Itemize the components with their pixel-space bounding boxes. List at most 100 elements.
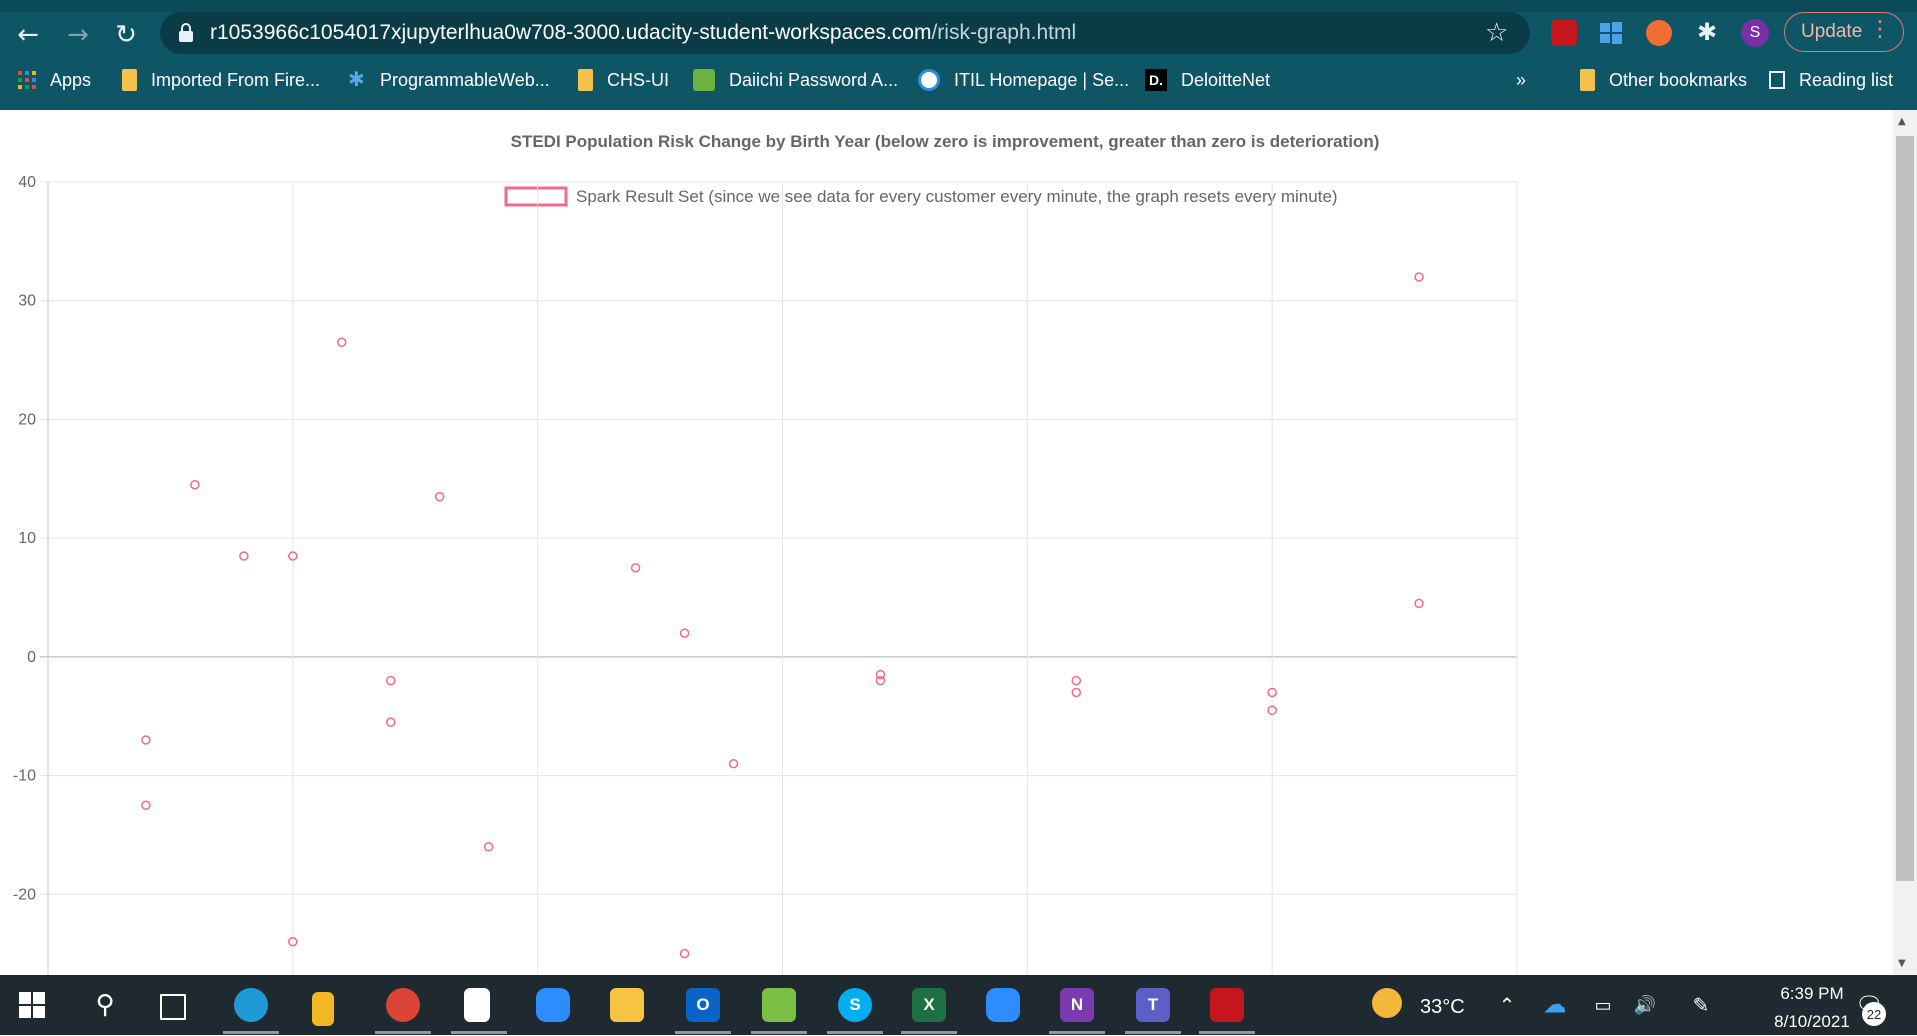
running-indicator	[223, 1031, 279, 1034]
data-point[interactable]	[630, 563, 641, 573]
reload-button[interactable]: ↻	[108, 17, 144, 53]
extensions-puzzle-icon[interactable]: ✱	[1694, 20, 1720, 46]
data-point[interactable]	[728, 758, 739, 769]
bookmark-programmableweb[interactable]: ✱ ProgrammableWeb...	[348, 66, 550, 94]
windows-logo-icon	[19, 992, 45, 1018]
data-point[interactable]	[679, 948, 690, 959]
data-point[interactable]	[190, 479, 200, 490]
paint-icon[interactable]	[762, 988, 796, 1022]
edge-icon[interactable]	[234, 988, 268, 1022]
pen-icon[interactable]: ✎	[1684, 988, 1718, 1022]
back-button[interactable]: ←	[10, 17, 46, 53]
url-text[interactable]: r1053966c1054017xjupyterlhua0w708-3000.u…	[210, 21, 1076, 45]
data-point[interactable]	[141, 800, 151, 810]
address-bar[interactable]: r1053966c1054017xjupyterlhua0w708-3000.u…	[160, 12, 1530, 54]
outlook-icon[interactable]: O	[686, 988, 720, 1022]
data-point[interactable]	[875, 675, 886, 686]
bookmark-deloittenet[interactable]: D. DeloitteNet	[1145, 66, 1270, 94]
scroll-down-arrow[interactable]: ▼	[1898, 958, 1906, 969]
risk-scatter-chart: STEDI Population Risk Change by Birth Ye…	[13, 132, 1518, 975]
bookmark-label: CHS-UI	[607, 69, 669, 90]
teams-icon[interactable]: T	[1136, 988, 1170, 1022]
lock-app-icon[interactable]	[312, 992, 334, 1026]
bookmark-star-icon[interactable]: ☆	[1485, 18, 1508, 48]
scroll-up-arrow[interactable]: ▲	[1898, 116, 1906, 127]
data-point[interactable]	[679, 628, 690, 638]
update-button[interactable]: Update ⋮	[1784, 12, 1904, 52]
file-explorer-icon[interactable]	[610, 988, 644, 1022]
arrow-right-icon: →	[67, 20, 89, 50]
bookmark-chs-ui[interactable]: CHS-UI	[578, 66, 669, 94]
data-point[interactable]	[1071, 687, 1082, 698]
skype-icon[interactable]: S	[838, 988, 872, 1022]
battery-icon[interactable]: ▭	[1586, 988, 1620, 1022]
tab-strip	[0, 0, 1917, 12]
weather-sun-icon[interactable]	[1372, 988, 1402, 1018]
y-axis-ticks: 40 30 20 10 0 -10 -20	[13, 174, 36, 903]
chrome-icon[interactable]	[386, 988, 420, 1022]
forward-button[interactable]: →	[60, 17, 96, 53]
y-tick-label: 20	[18, 411, 36, 428]
acrobat-icon[interactable]	[1210, 988, 1244, 1022]
data-point[interactable]	[434, 491, 445, 502]
bookmark-label: ProgrammableWeb...	[380, 69, 550, 90]
more-menu-icon[interactable]: ⋮	[1869, 17, 1891, 42]
running-indicator	[1125, 1031, 1181, 1034]
data-point[interactable]	[1414, 598, 1424, 609]
password-icon	[693, 69, 715, 91]
bookmark-apps[interactable]: Apps	[18, 66, 91, 94]
search-icon[interactable]: ⚲	[88, 988, 122, 1022]
deloitte-icon: D.	[1145, 69, 1167, 91]
y-tick-label: -20	[13, 886, 36, 903]
lifebuoy-extension-icon[interactable]	[1646, 20, 1672, 46]
zoom-meetings-icon[interactable]	[986, 988, 1020, 1022]
scrollbar-thumb[interactable]	[1896, 136, 1914, 881]
folder-icon	[1580, 69, 1595, 91]
chevron-up-icon[interactable]: ⌃	[1490, 988, 1524, 1022]
bookmarks-overflow-button[interactable]: »	[1516, 66, 1526, 94]
running-indicator	[751, 1031, 807, 1034]
onenote-icon[interactable]: N	[1060, 988, 1094, 1022]
weather-temperature[interactable]: 33°C	[1420, 996, 1465, 1019]
y-tick-label: 30	[18, 293, 36, 310]
y-tick-label: 0	[27, 649, 36, 666]
data-point[interactable]	[1071, 675, 1082, 686]
legend-label[interactable]: Spark Result Set (since we see data for …	[576, 187, 1338, 206]
excel-icon[interactable]: X	[912, 988, 946, 1022]
running-indicator	[675, 1031, 731, 1034]
data-point[interactable]	[337, 337, 347, 348]
data-point[interactable]	[483, 842, 494, 852]
reading-list-button[interactable]: Reading list	[1769, 66, 1893, 94]
bookmark-daiichi-password[interactable]: Daiichi Password A...	[693, 66, 898, 94]
bookmark-label: Imported From Fire...	[151, 69, 321, 90]
bookmark-label: Daiichi Password A...	[729, 69, 899, 90]
notepad-icon[interactable]	[464, 988, 490, 1022]
windows-start-button[interactable]	[15, 988, 49, 1022]
running-indicator	[827, 1031, 883, 1034]
zoom-icon[interactable]	[536, 988, 570, 1022]
reload-icon: ↻	[115, 20, 137, 50]
data-point[interactable]	[386, 717, 396, 727]
apps-grid-icon	[18, 71, 36, 89]
reading-list-label: Reading list	[1799, 69, 1894, 90]
onedrive-cloud-icon[interactable]: ☁	[1538, 988, 1572, 1022]
bookmark-label: Other bookmarks	[1609, 69, 1748, 90]
bookmark-imported-from-firefox[interactable]: Imported From Fire...	[122, 66, 320, 94]
data-point[interactable]	[239, 551, 249, 561]
bookmark-itil-homepage[interactable]: ITIL Homepage | Se...	[918, 66, 1129, 94]
data-point[interactable]	[141, 735, 151, 745]
profile-avatar[interactable]: S	[1741, 19, 1769, 47]
task-view-icon[interactable]	[160, 994, 186, 1020]
acrobat-extension-icon[interactable]	[1551, 20, 1577, 46]
volume-icon[interactable]: 🔊	[1628, 988, 1662, 1022]
grid	[40, 181, 1518, 975]
browser-toolbar: ← → ↻ r1053966c1054017xjupyterlhua0w708-…	[0, 0, 1917, 110]
windows-extension-icon[interactable]	[1598, 20, 1624, 46]
legend-swatch[interactable]	[504, 186, 568, 207]
bookmark-other-bookmarks[interactable]: Other bookmarks	[1580, 66, 1747, 94]
data-point[interactable]	[1414, 272, 1424, 282]
running-indicator	[375, 1031, 431, 1034]
arrow-left-icon: ←	[17, 20, 39, 50]
data-point[interactable]	[386, 675, 396, 686]
reading-list-icon	[1769, 71, 1785, 89]
